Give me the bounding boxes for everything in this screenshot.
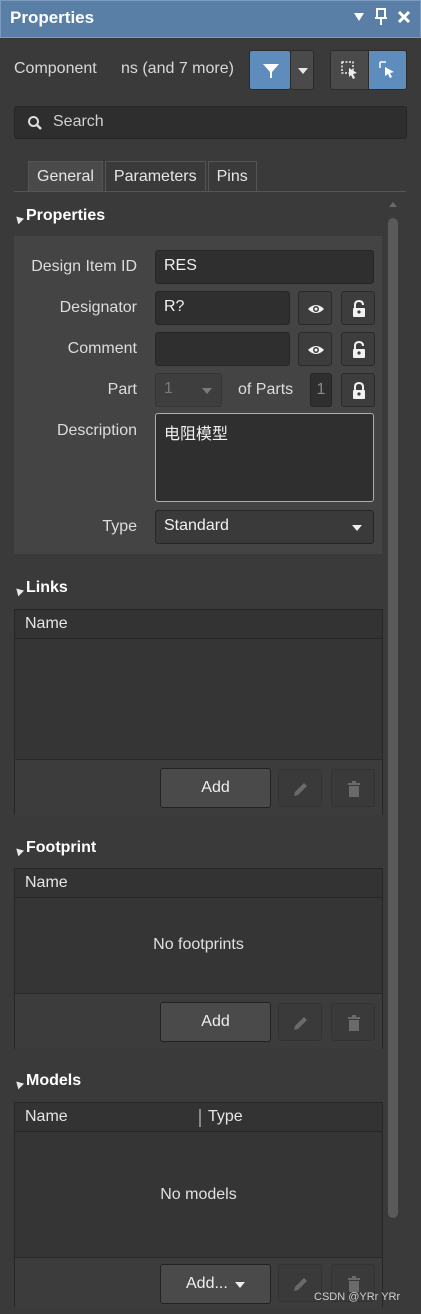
chevron-down-icon [202,388,212,394]
designator-lock-button[interactable] [341,291,375,325]
type-value: Standard [164,517,229,534]
pencil-icon [294,783,307,796]
chevron-down-icon [235,1282,245,1288]
footprint-section-header[interactable]: Footprint [13,839,97,857]
unlock-icon [353,300,365,317]
footprint-grid-header: Name [15,869,382,898]
filter-icon [263,64,279,78]
select-cursor-button[interactable] [368,50,407,90]
description-label: Description [56,422,137,439]
of-parts-label: of Parts [238,381,294,398]
filter-dropdown-button[interactable] [290,50,314,90]
cursor-icon [379,61,394,78]
part-label: Part [107,381,137,398]
footprint-delete-button[interactable] [331,1003,375,1041]
models-grid-header: Name Type [15,1103,382,1132]
selection-count-label: ns (and 7 more) [121,60,234,77]
chevron-down-icon [352,525,362,531]
properties-section-title: Properties [26,207,106,224]
footprint-col-name[interactable]: Name [25,874,68,892]
footprint-add-button[interactable]: Add [160,1002,271,1042]
tab-bar: General Parameters Pins [28,161,259,192]
part-select: 1 [155,373,222,407]
links-col-name[interactable]: Name [25,615,68,633]
titlebar-icons [352,8,412,26]
pencil-icon [294,1278,307,1291]
links-section-title: Links [26,579,68,596]
collapse-triangle-icon [13,213,25,225]
collapse-triangle-icon [13,845,25,857]
search-input[interactable]: Search [14,106,407,139]
footprint-edit-button[interactable] [278,1003,322,1041]
select-cursor-icon [341,61,357,79]
models-grid: Name Type No models Add... [14,1102,383,1307]
pin-icon[interactable] [374,8,388,26]
design-item-id-label: Design Item ID [31,258,137,275]
pencil-icon [294,1017,307,1030]
comment-lock-button[interactable] [341,332,375,366]
select-mode-button[interactable] [330,50,369,90]
of-parts-value: 1 [310,373,332,407]
designator-visibility-button[interactable] [298,291,332,325]
designator-label: Designator [59,299,137,316]
links-grid: Name Add [14,609,383,815]
scroll-up-arrow[interactable] [389,202,397,207]
chevron-down-icon [298,68,308,74]
tab-general[interactable]: General [28,161,103,192]
description-field[interactable]: 电阻模型 [155,413,374,502]
comment-field[interactable] [155,332,290,366]
panel-title: Properties [10,8,95,27]
selection-kind-label: Component [14,60,97,77]
collapse-triangle-icon [13,585,25,597]
links-grid-footer: Add [15,759,382,815]
trash-icon [348,781,360,797]
links-delete-button[interactable] [331,769,375,807]
footprint-grid: Name No footprints Add [14,868,383,1049]
footprint-section-title: Footprint [26,839,97,856]
tab-parameters[interactable]: Parameters [104,161,206,192]
type-label: Type [102,518,137,535]
lock-icon [353,382,365,399]
filter-row: Component ns (and 7 more) [0,48,421,92]
watermark: CSDN @YRr YRr [314,1291,401,1303]
trash-icon [348,1015,360,1031]
scrollbar-thumb[interactable] [388,218,398,1218]
links-edit-button[interactable] [278,769,322,807]
links-grid-header: Name [15,610,382,639]
links-add-button[interactable]: Add [160,768,271,808]
tab-divider [14,191,406,192]
models-col-name[interactable]: Name [25,1108,68,1126]
designator-field[interactable]: R? [155,291,290,325]
collapse-triangle-icon [13,1078,25,1090]
eye-icon [308,305,324,313]
models-col-type[interactable]: Type [208,1108,243,1126]
part-lock-button[interactable] [341,373,375,407]
search-icon [28,116,42,130]
links-section-header[interactable]: Links [13,579,68,597]
filter-button[interactable] [249,50,291,90]
comment-visibility-button[interactable] [298,332,332,366]
properties-section-header[interactable]: Properties [13,207,106,225]
search-placeholder: Search [53,113,104,130]
column-separator[interactable] [199,1109,201,1127]
models-add-dropdown-button[interactable]: Add... [160,1264,271,1304]
tab-pins[interactable]: Pins [207,161,257,192]
design-item-id-field[interactable]: RES [155,250,374,284]
close-icon[interactable] [396,9,412,25]
unlock-icon [353,341,365,358]
models-section-header[interactable]: Models [13,1072,82,1090]
dropdown-arrow-icon[interactable] [352,10,366,24]
panel-titlebar: Properties [0,0,421,38]
models-empty-text: No models [160,1186,237,1203]
comment-label: Comment [67,340,137,357]
models-section-title: Models [26,1072,82,1089]
eye-icon [308,346,324,354]
type-select[interactable]: Standard [155,510,374,544]
footprint-grid-footer: Add [15,993,382,1049]
models-add-label: Add... [186,1275,228,1292]
part-value: 1 [164,380,173,397]
footprint-empty-text: No footprints [153,936,244,953]
